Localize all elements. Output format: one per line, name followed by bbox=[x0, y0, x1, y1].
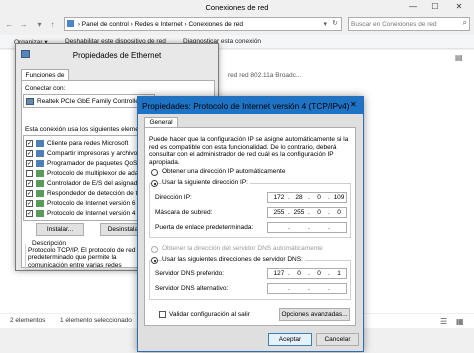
address-sep: › bbox=[77, 21, 80, 28]
dns-alternate-label: Servidor DNS alternativo: bbox=[155, 285, 229, 292]
ip-address-label: Dirección IP: bbox=[155, 194, 192, 201]
validate-label[interactable]: Validar configuración al salir bbox=[169, 311, 250, 318]
adapter-field: Realtek PCIe GbE Family Controller bbox=[23, 94, 155, 108]
back-arrow-icon[interactable]: ← bbox=[4, 19, 15, 30]
install-button[interactable]: Instalar... bbox=[36, 223, 84, 236]
service-icon bbox=[36, 150, 44, 157]
advanced-button[interactable]: Opciones avanzadas... bbox=[279, 308, 350, 321]
cancel-button[interactable]: Cancelar bbox=[316, 333, 359, 346]
connection-description: red red 802.11a Broadc... bbox=[228, 72, 302, 79]
address-segment-network[interactable]: Redes e Internet bbox=[135, 21, 183, 28]
ipv4-dialog-title: Propiedades: Protocolo de Internet versi… bbox=[142, 101, 350, 111]
protocol-icon bbox=[36, 170, 44, 177]
info-text: Puede hacer que la configuración IP se a… bbox=[149, 136, 349, 166]
dns-manual-radio[interactable] bbox=[151, 257, 158, 264]
nic-icon bbox=[26, 98, 34, 105]
checkbox[interactable]: ✓ bbox=[26, 190, 33, 197]
address-segment-connections[interactable]: Conexiones de red bbox=[188, 21, 243, 28]
address-segment-control-panel[interactable]: Panel de control bbox=[82, 21, 129, 28]
icons-view-icon[interactable]: ▦ bbox=[456, 317, 464, 326]
ipv4-properties-dialog: Propiedades: Protocolo de Internet versi… bbox=[137, 96, 364, 352]
checkbox[interactable]: ✓ bbox=[26, 160, 33, 167]
recent-dropdown-icon[interactable]: ▾ bbox=[34, 19, 45, 30]
search-box[interactable]: ⌕ bbox=[348, 17, 470, 31]
subnet-field[interactable]: 255. 255. 0. 0 bbox=[267, 207, 347, 218]
adapter-name: Realtek PCIe GbE Family Controller bbox=[37, 98, 142, 105]
protocol-icon bbox=[36, 210, 44, 217]
checkbox[interactable]: ✓ bbox=[26, 200, 33, 207]
components-list[interactable]: ✓ Cliente para redes Microsoft ✓ Compartir… bbox=[23, 135, 155, 221]
address-dropdown-icon[interactable]: ▾ bbox=[323, 20, 327, 28]
ipv4-close-button[interactable]: ✕ bbox=[350, 100, 357, 109]
view-options-icon[interactable]: ▤ bbox=[455, 53, 463, 62]
ip-auto-radio[interactable] bbox=[151, 169, 158, 176]
client-icon bbox=[36, 140, 44, 147]
dns-preferred-field[interactable]: 127. 0. 0. 1 bbox=[267, 268, 347, 279]
address-bar[interactable]: › Panel de control › Redes e Internet › … bbox=[64, 17, 342, 31]
explorer-title: Conexiones de red bbox=[205, 3, 269, 12]
checkbox[interactable]: ✓ bbox=[26, 150, 33, 157]
explorer-titlebar: Conexiones de red — ☐ ✕ bbox=[0, 0, 474, 14]
refresh-icon[interactable]: ↻ bbox=[332, 19, 338, 27]
dns-manual-label[interactable]: Usar las siguientes direcciones de servi… bbox=[162, 256, 305, 263]
protocol-icon bbox=[36, 190, 44, 197]
dns-group bbox=[149, 260, 351, 300]
gateway-label: Puerta de enlace predeterminada: bbox=[155, 224, 254, 231]
ip-auto-label[interactable]: Obtener una dirección IP automáticamente bbox=[162, 168, 285, 175]
protocol-icon bbox=[36, 200, 44, 207]
service-icon bbox=[36, 160, 44, 167]
item-count: 2 elementos bbox=[10, 317, 46, 324]
checkbox[interactable]: ✓ bbox=[26, 210, 33, 217]
items-label: Esta conexión usa los siguientes element… bbox=[25, 126, 153, 133]
dns-auto-radio[interactable] bbox=[151, 246, 158, 253]
close-button[interactable]: ✕ bbox=[450, 1, 468, 12]
dns-preferred-label: Servidor DNS preferido: bbox=[155, 270, 224, 277]
dns-auto-label[interactable]: Obtener la dirección del servidor DNS au… bbox=[162, 245, 323, 252]
dns-alternate-field[interactable]: . . . bbox=[267, 283, 347, 294]
minimize-button[interactable]: — bbox=[404, 1, 422, 12]
forward-arrow-icon[interactable]: → bbox=[18, 19, 29, 30]
search-input[interactable] bbox=[351, 19, 455, 29]
connect-using-label: Conectar con: bbox=[25, 85, 66, 92]
address-sep: › bbox=[130, 21, 133, 28]
description-text: Protocolo TCP/IP. El protocolo de red pr… bbox=[28, 247, 136, 269]
validate-checkbox[interactable] bbox=[159, 311, 166, 318]
control-panel-icon bbox=[67, 20, 74, 27]
ip-address-field[interactable]: 172. 28. 0. 109 bbox=[267, 192, 347, 203]
ok-button[interactable]: Aceptar bbox=[268, 333, 312, 346]
selection-count: 1 elemento seleccionado bbox=[60, 317, 132, 324]
up-arrow-icon[interactable]: ↑ bbox=[47, 19, 58, 30]
ip-manual-radio[interactable] bbox=[151, 180, 158, 187]
address-sep: › bbox=[184, 21, 187, 28]
maximize-button[interactable]: ☐ bbox=[426, 1, 444, 12]
gateway-field[interactable]: . . . bbox=[267, 222, 347, 233]
details-view-icon[interactable]: ☰ bbox=[440, 317, 447, 326]
checkbox[interactable]: ✓ bbox=[26, 180, 33, 187]
ipv4-titlebar: Propiedades: Protocolo de Internet versi… bbox=[138, 97, 363, 114]
protocol-icon bbox=[36, 180, 44, 187]
checkbox[interactable]: ✓ bbox=[26, 140, 33, 147]
subnet-label: Máscara de subred: bbox=[155, 209, 213, 216]
search-icon[interactable]: ⌕ bbox=[463, 18, 467, 28]
ethernet-dialog-title: Propiedades de Ethernet bbox=[72, 51, 162, 60]
ip-manual-label[interactable]: Usar la siguiente dirección IP: bbox=[162, 179, 250, 186]
checkbox[interactable] bbox=[26, 170, 33, 177]
